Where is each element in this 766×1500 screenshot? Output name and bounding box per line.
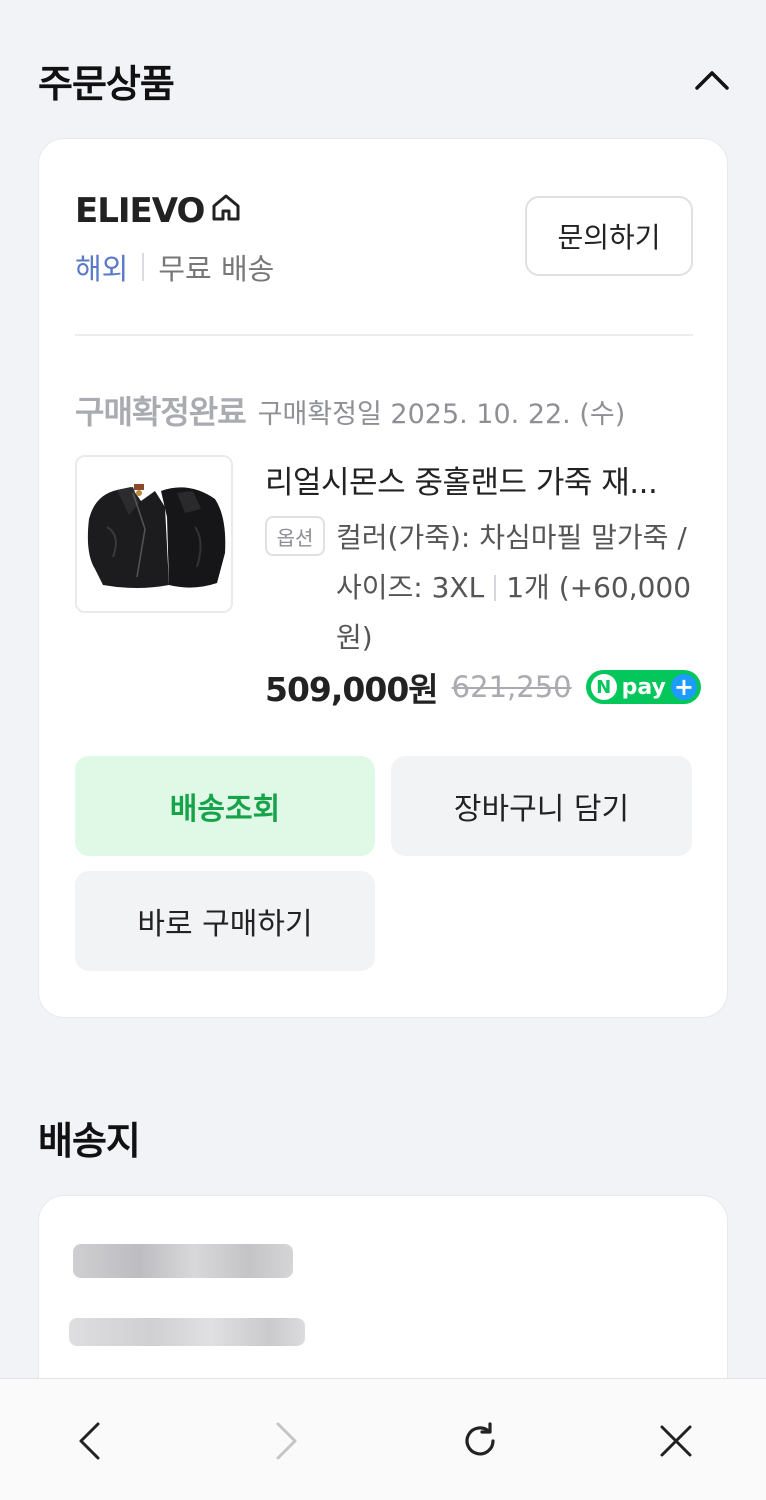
shipping-address-title: 배송지 [38, 1119, 141, 1163]
order-items-title: 주문상품 [38, 61, 175, 106]
browser-bottom-bar [0, 1378, 766, 1500]
product-thumbnail[interactable] [75, 455, 233, 613]
npay-plus-badge: N pay + [585, 670, 701, 704]
delivery-tracking-button[interactable]: 배송조회 [75, 756, 375, 856]
divider [75, 334, 693, 336]
order-item-card: ELIEVO 해외 무료 배송 문의하기 구매확정완료 구매확정일 2025. … [38, 138, 728, 1018]
redacted-phone [69, 1318, 305, 1346]
chevron-up-icon[interactable] [692, 60, 732, 100]
order-status: 구매확정완료 [75, 393, 247, 431]
overseas-label: 해외 [75, 252, 129, 286]
option-badge: 옵션 [265, 516, 325, 556]
product-title[interactable]: 리얼시몬스 중홀랜드 가죽 재... [265, 457, 695, 502]
add-to-cart-button[interactable]: 장바구니 담기 [391, 756, 692, 856]
order-status-row: 구매확정완료 구매확정일 2025. 10. 22. (수) [75, 387, 625, 433]
store-meta: 해외 무료 배송 [75, 246, 274, 288]
store-name-label: ELIEVO [75, 191, 205, 231]
product-option: 컬러(가죽): 차심마필 말가죽 / 사이즈: 3XL 1개 (+60,000원) [336, 513, 696, 663]
inquiry-button[interactable]: 문의하기 [525, 196, 693, 276]
meta-separator [142, 253, 145, 281]
order-items-header: 주문상품 [38, 52, 732, 108]
sale-price: 509,000원 [265, 670, 439, 709]
close-icon[interactable] [648, 1413, 704, 1469]
chevron-right-icon[interactable] [258, 1413, 314, 1469]
npay-n-icon: N [590, 674, 617, 700]
redacted-recipient [73, 1244, 293, 1278]
original-price: 621,250 [451, 670, 572, 704]
free-shipping-label: 무료 배송 [158, 252, 275, 286]
store-name[interactable]: ELIEVO [75, 191, 242, 231]
confirm-date: 구매확정일 2025. 10. 22. (수) [257, 399, 626, 430]
plus-icon: + [670, 674, 697, 700]
npay-label: pay [621, 674, 666, 700]
buy-now-button[interactable]: 바로 구매하기 [75, 871, 375, 971]
reload-icon[interactable] [452, 1413, 508, 1469]
option-separator [494, 575, 497, 601]
home-icon [210, 191, 242, 231]
order-detail-page: 주문상품 ELIEVO 해외 무료 배송 문의하기 구매확정완료 구매확정일 2… [0, 0, 766, 1500]
chevron-left-icon[interactable] [62, 1413, 118, 1469]
price-row: 509,000원 621,250 N pay + [265, 663, 701, 711]
